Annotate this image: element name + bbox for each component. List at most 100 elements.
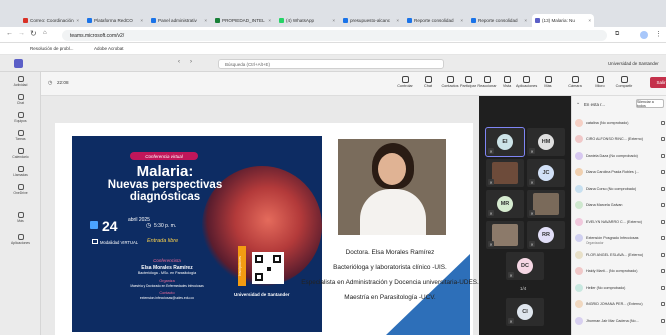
browser-menu-icon[interactable]: ⋮ xyxy=(655,30,662,38)
toolbar-icon xyxy=(464,76,472,83)
rail-item[interactable]: Calendario xyxy=(6,148,35,163)
participant-tile[interactable]: ✕ xyxy=(486,159,524,187)
search-input[interactable]: Búsqueda (Ctrl+Alt+E) xyxy=(218,59,444,69)
toolbar-button[interactable]: Vista xyxy=(497,75,517,94)
participant-tile[interactable]: DC ✕ xyxy=(506,252,544,280)
rail-item[interactable]: Más xyxy=(6,212,35,227)
rail-item[interactable]: OneDrive xyxy=(6,184,35,199)
toolbar-button-label: Controlar xyxy=(397,84,413,88)
toolbar-button[interactable]: Cámara xyxy=(565,75,585,94)
participant-name: Haidy Marti... (No comprobado) xyxy=(586,269,638,273)
close-tab-icon[interactable]: × xyxy=(522,18,527,23)
toolbar-button[interactable]: Compartir xyxy=(614,75,634,94)
rail-item[interactable]: Equipos xyxy=(6,112,35,127)
participant-list-item[interactable]: Extensión Posgrado Infecciosas Organizado… xyxy=(575,232,665,245)
browser-tab[interactable]: Reporte consolidad × xyxy=(468,14,530,27)
back-icon[interactable]: ← xyxy=(6,30,13,37)
browser-tab[interactable]: (13) Malaria: Nu × xyxy=(532,14,594,27)
forward-icon[interactable]: → xyxy=(18,30,25,37)
mic-icon xyxy=(661,153,665,158)
participant-list-item[interactable]: INGRID JOHANA PER... (Externo) xyxy=(575,298,665,311)
toolbar-button[interactable]: Micro xyxy=(590,75,610,94)
participant-list-item[interactable]: Diana Carolina Prada Robles (... xyxy=(575,166,665,179)
browser-tab[interactable]: Plataforma RedCO × xyxy=(84,14,146,27)
participant-avatar xyxy=(575,184,583,193)
participant-list-item[interactable]: Diana Marcela Galvan xyxy=(575,199,665,212)
browser-tab[interactable]: Reporte consolidad × xyxy=(404,14,466,27)
nav-forward-icon[interactable]: › xyxy=(190,59,192,65)
participant-list-item[interactable]: Daniela Daza (No comprobado) xyxy=(575,149,665,162)
grid-pager[interactable]: 1/4 xyxy=(520,286,526,291)
toolbar-button[interactable]: Más xyxy=(538,75,558,94)
mic-icon xyxy=(661,236,665,240)
calendar-icon xyxy=(90,221,98,229)
participant-list-item[interactable]: Jhorman Jair Mar Cadena (No... xyxy=(575,314,665,327)
participant-avatar xyxy=(575,300,583,308)
close-tab-icon[interactable]: × xyxy=(586,18,591,23)
close-tab-icon[interactable]: × xyxy=(266,18,271,23)
rail-item[interactable]: Actividad xyxy=(6,76,35,91)
participant-list-item[interactable]: Diana Corso (No comprobado) xyxy=(575,182,665,195)
participant-avatar xyxy=(575,118,583,127)
participant-tile[interactable]: MR ✕ xyxy=(486,190,524,218)
toolbar-button[interactable]: Participar xyxy=(458,75,478,94)
mic-icon xyxy=(661,170,665,174)
participant-list-item[interactable]: catalina (No comprobado) xyxy=(575,116,665,129)
participant-tile[interactable]: ✕ xyxy=(486,221,524,249)
participant-list-item[interactable]: CIRO ALFONSO RINC... (Externo) xyxy=(575,133,665,146)
participant-name: Diana Carolina Prada Robles (... xyxy=(586,170,640,174)
poster-contact-label: Contacto xyxy=(159,291,175,295)
participant-tile[interactable]: ✕ xyxy=(527,190,565,218)
leave-button[interactable]: Salir xyxy=(650,77,666,88)
participant-tile[interactable]: RR ✕ xyxy=(527,221,565,249)
participant-list-item[interactable]: FLOR ANGEL ESLAVA... (Externo) xyxy=(575,248,665,261)
reload-icon[interactable]: ↻ xyxy=(30,29,37,38)
browser-tab[interactable]: Correo: Coordinación × xyxy=(20,14,82,27)
toolbar-button[interactable]: Chat xyxy=(418,75,438,94)
close-tab-icon[interactable]: × xyxy=(458,18,463,23)
participant-tile[interactable]: JC ✕ xyxy=(527,159,565,187)
bookmark-item[interactable]: Resolución de probl... xyxy=(30,46,74,51)
extensions-icon[interactable]: ⧉ xyxy=(615,31,619,38)
cv-line: Especialista en Administración y Docenci… xyxy=(301,279,479,286)
participant-name: Extensión Posgrado Infecciosas xyxy=(586,236,639,240)
participant-tile[interactable]: CI ✕ xyxy=(506,298,544,326)
participant-name: INGRID JOHANA PER... (Externo) xyxy=(586,302,643,306)
toolbar-button[interactable]: Aplicaciones xyxy=(516,75,537,94)
home-icon[interactable]: ⌂ xyxy=(43,30,47,36)
rail-item[interactable]: Tareas xyxy=(6,130,35,145)
participant-tile[interactable]: HM ✕ xyxy=(527,128,565,156)
mic-icon xyxy=(661,252,665,257)
toolbar-button[interactable]: Reaccionar xyxy=(477,75,497,94)
mic-muted-icon: ✕ xyxy=(529,210,535,216)
browser-tab[interactable]: Panel administrativ × xyxy=(148,14,210,27)
close-tab-icon[interactable]: × xyxy=(74,18,79,23)
rail-item[interactable]: Aplicaciones xyxy=(6,234,35,249)
bookmark-item[interactable]: Adobe Acrobat xyxy=(94,46,124,51)
url-field[interactable]: teams.microsoft.com/v2/ xyxy=(62,30,607,41)
participant-tile[interactable]: EI ✕ xyxy=(485,127,525,157)
participant-list-item[interactable]: Heiler (No comprobado) xyxy=(575,281,665,294)
browser-tab[interactable]: (4) WhatsApp × xyxy=(276,14,338,27)
rail-item[interactable]: Llamadas xyxy=(6,166,35,181)
participant-avatar: EI xyxy=(497,134,513,150)
tab-favicon-icon xyxy=(279,18,284,23)
rail-item[interactable]: Chat xyxy=(6,94,35,109)
participant-list-item[interactable]: Haidy Marti... (No comprobado) xyxy=(575,265,665,278)
profile-avatar[interactable] xyxy=(640,31,648,39)
rail-icon xyxy=(17,94,24,100)
close-tab-icon[interactable]: × xyxy=(138,18,143,23)
participant-list-item[interactable]: EVELYN NAVARRO C... (Externo) xyxy=(575,215,665,228)
close-tab-icon[interactable]: × xyxy=(394,18,399,23)
toolbar-button[interactable]: Contactos xyxy=(440,75,460,94)
rail-item-label: Aplicaciones xyxy=(10,241,31,245)
close-tab-icon[interactable]: × xyxy=(202,18,207,23)
close-tab-icon[interactable]: × xyxy=(330,18,335,23)
browser-tab[interactable]: presupuesto-alcanc × xyxy=(340,14,402,27)
nav-back-icon[interactable]: ‹ xyxy=(178,59,180,65)
toolbar-button[interactable]: Controlar xyxy=(395,75,415,94)
mic-muted-icon: ✕ xyxy=(529,179,535,185)
browser-tab[interactable]: PROPIEDAD_INTEL × xyxy=(212,14,274,27)
mute-all-button[interactable]: Silenciar a todos xyxy=(636,99,664,108)
tab-label: Panel administrativ xyxy=(158,18,197,23)
